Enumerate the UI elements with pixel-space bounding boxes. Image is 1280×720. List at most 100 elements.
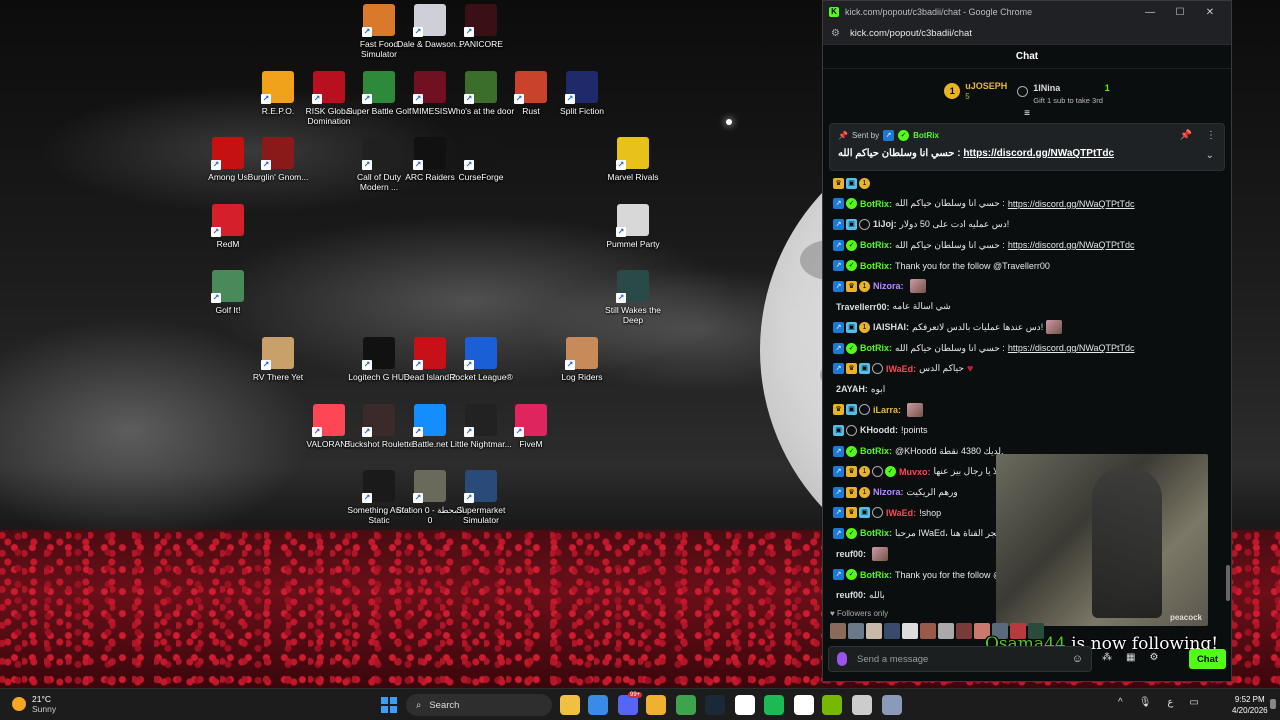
discord-icon[interactable]: [618, 695, 638, 715]
settings-icon[interactable]: ⚙: [1149, 652, 1158, 663]
follower-avatar[interactable]: [884, 623, 900, 639]
chat-message[interactable]: ↗ ♛ ▣ IWaEd: حياكم الدس ♥: [833, 358, 1221, 379]
chat-username[interactable]: lAISHAl:: [873, 322, 909, 332]
desktop-shortcut[interactable]: CurseForge: [446, 137, 516, 182]
chat-username[interactable]: reuf00:: [836, 590, 866, 600]
taskbar-search[interactable]: ⌕ Search: [406, 694, 552, 716]
send-chat-button[interactable]: Chat: [1189, 649, 1226, 669]
unpin-icon[interactable]: 📌: [1180, 130, 1192, 141]
weather-widget[interactable]: 21°C Sunny: [12, 694, 56, 714]
chat-username[interactable]: iLarra:: [873, 405, 901, 415]
microphone-tray-icon[interactable]: 🎙: [1139, 697, 1152, 708]
gear-app-icon[interactable]: [882, 695, 902, 715]
site-settings-icon[interactable]: ⚙: [831, 28, 840, 39]
desktop-shortcut[interactable]: Rocket League®: [446, 337, 516, 382]
chat-message[interactable]: ▣ KHoodd: !points: [833, 420, 1221, 441]
desktop-shortcut[interactable]: Pummel Party: [598, 204, 668, 249]
chat-message[interactable]: ↗ ✓ BotRix: حسي انا وسلطان حياكم الله : http…: [833, 235, 1221, 256]
notification-icon[interactable]: [1270, 699, 1276, 709]
follower-avatar[interactable]: [956, 623, 972, 639]
language-indicator[interactable]: ع: [1167, 697, 1173, 708]
store-icon[interactable]: [588, 695, 608, 715]
chat-username[interactable]: Muvxo:: [899, 467, 931, 477]
chat-bubble-icon[interactable]: [646, 695, 666, 715]
steam-icon[interactable]: [705, 695, 725, 715]
chat-username[interactable]: BotRix:: [860, 570, 892, 580]
desktop-shortcut[interactable]: PANICORE: [446, 4, 516, 49]
desktop-shortcut[interactable]: Burglin' Gnom...: [243, 137, 313, 182]
spotify-icon[interactable]: [764, 695, 784, 715]
chat-username[interactable]: Nizora:: [873, 487, 904, 497]
chat-username[interactable]: 2AYAH:: [836, 384, 868, 394]
leaderboard-second-gifter[interactable]: 1lNina 1 Gift 1 sub to take 3rd: [1017, 78, 1110, 105]
desktop-shortcut[interactable]: Golf It!: [193, 270, 263, 315]
chat-message[interactable]: ♛ ▣ 1: [833, 173, 1221, 194]
expand-chevron-icon[interactable]: ⌄: [1206, 150, 1214, 161]
network-icon[interactable]: ▭: [1189, 697, 1198, 708]
chat-message[interactable]: ↗ ▣ 1iJoj: دس عمليه ادت على 50 دولار!: [833, 214, 1221, 235]
close-button[interactable]: ✕: [1195, 7, 1225, 18]
desktop-shortcut[interactable]: FiveM: [496, 404, 566, 449]
follower-avatar[interactable]: [902, 623, 918, 639]
leaderboard-top-gifter[interactable]: 1 uJOSEPH 5: [944, 81, 1007, 101]
chat-username[interactable]: Nizora:: [873, 281, 904, 291]
chat-username[interactable]: KHoodd:: [860, 425, 898, 435]
clock[interactable]: 9:52 PM 4/20/2026: [1232, 694, 1268, 716]
chat-username[interactable]: BotRix:: [860, 343, 892, 353]
shield-icon[interactable]: ▦: [1126, 652, 1135, 663]
address-bar[interactable]: ⚙ kick.com/popout/c3badii/chat: [823, 23, 1231, 45]
desktop-shortcut[interactable]: RedM: [193, 204, 263, 249]
chat-username[interactable]: 1iJoj:: [873, 219, 897, 229]
window-titlebar[interactable]: K kick.com/popout/c3badii/chat - Google …: [823, 1, 1231, 23]
more-options-icon[interactable]: ⋮: [1206, 130, 1216, 141]
desktop-shortcut[interactable]: RV There Yet: [243, 337, 313, 382]
chat-username[interactable]: BotRix:: [860, 528, 892, 538]
chat-link[interactable]: https://discord.gg/NWaQTPtTdc: [1008, 343, 1135, 353]
follower-avatar[interactable]: [866, 623, 882, 639]
emote-menu-icon[interactable]: ⁂: [1102, 652, 1112, 663]
desktop-shortcut[interactable]: Supermarket Simulator: [446, 470, 516, 525]
leaderboard-toggle-icon[interactable]: ≡: [823, 109, 1231, 121]
follower-avatar[interactable]: [920, 623, 936, 639]
chat-username[interactable]: BotRix:: [860, 240, 892, 250]
desktop-shortcut[interactable]: Log Riders: [547, 337, 617, 382]
windows-start-icon[interactable]: [381, 697, 397, 713]
chat-username[interactable]: IWaEd:: [886, 508, 916, 518]
tray-overflow-icon[interactable]: ^: [1118, 697, 1123, 708]
desktop-shortcut[interactable]: Still Wakes the Deep: [598, 270, 668, 325]
obs-icon[interactable]: [852, 695, 872, 715]
chat-message[interactable]: ↗ ✓ BotRix: حسي انا وسلطان حياكم الله : http…: [833, 338, 1221, 359]
chat-message[interactable]: ↗ ✓ BotRix: Thank you for the follow @Trave…: [833, 255, 1221, 276]
follower-avatar[interactable]: [938, 623, 954, 639]
chat-message[interactable]: 2AYAH: ابوه: [833, 379, 1221, 400]
chat-username[interactable]: BotRix:: [860, 446, 892, 456]
pinned-sender[interactable]: BotRix: [913, 131, 939, 140]
chat-message-input[interactable]: [857, 653, 1062, 665]
nvidia-icon[interactable]: [822, 695, 842, 715]
desktop-shortcut[interactable]: Split Fiction: [547, 71, 617, 116]
desktop-shortcut[interactable]: Marvel Rivals: [598, 137, 668, 182]
chat-username[interactable]: BotRix:: [860, 261, 892, 271]
maximize-button[interactable]: ☐: [1165, 7, 1195, 18]
chat-message[interactable]: ↗ ✓ BotRix: حسي انا وسلطان حياكم الله : http…: [833, 194, 1221, 215]
follower-avatar[interactable]: [848, 623, 864, 639]
follower-avatar[interactable]: [830, 623, 846, 639]
pinned-message[interactable]: 📌 Sent by ↗ ✓ BotRix حسي انا وسلطان حياك…: [829, 123, 1225, 171]
emoji-icon[interactable]: ☺: [1072, 653, 1083, 665]
chat-message[interactable]: ↗ ▣ 1 lAISHAl: دس عندها عمليات بالدس لاتعرفك…: [833, 317, 1221, 338]
chat-message[interactable]: Travellerr00: شي اسالة عامه: [833, 297, 1221, 318]
pinned-link[interactable]: https://discord.gg/NWaQTPtTdc: [963, 148, 1114, 159]
chat-username[interactable]: reuf00:: [836, 549, 866, 559]
url-text[interactable]: kick.com/popout/c3badii/chat: [850, 28, 972, 39]
openai-icon[interactable]: [794, 695, 814, 715]
chrome-icon[interactable]: [676, 695, 696, 715]
chat-message[interactable]: ♛ ▣ iLarra:: [833, 400, 1221, 421]
microphone-icon[interactable]: [837, 652, 847, 666]
chat-input-box[interactable]: ☺: [828, 646, 1092, 672]
chat-link[interactable]: https://discord.gg/NWaQTPtTdc: [1008, 199, 1135, 209]
chat-scrollbar[interactable]: [1226, 565, 1230, 601]
file-explorer-icon[interactable]: [560, 695, 580, 715]
minimize-button[interactable]: —: [1135, 7, 1165, 18]
chat-link[interactable]: https://discord.gg/NWaQTPtTdc: [1008, 240, 1135, 250]
chat-message[interactable]: ↗ ♛ 1 Nizora:: [833, 276, 1221, 297]
